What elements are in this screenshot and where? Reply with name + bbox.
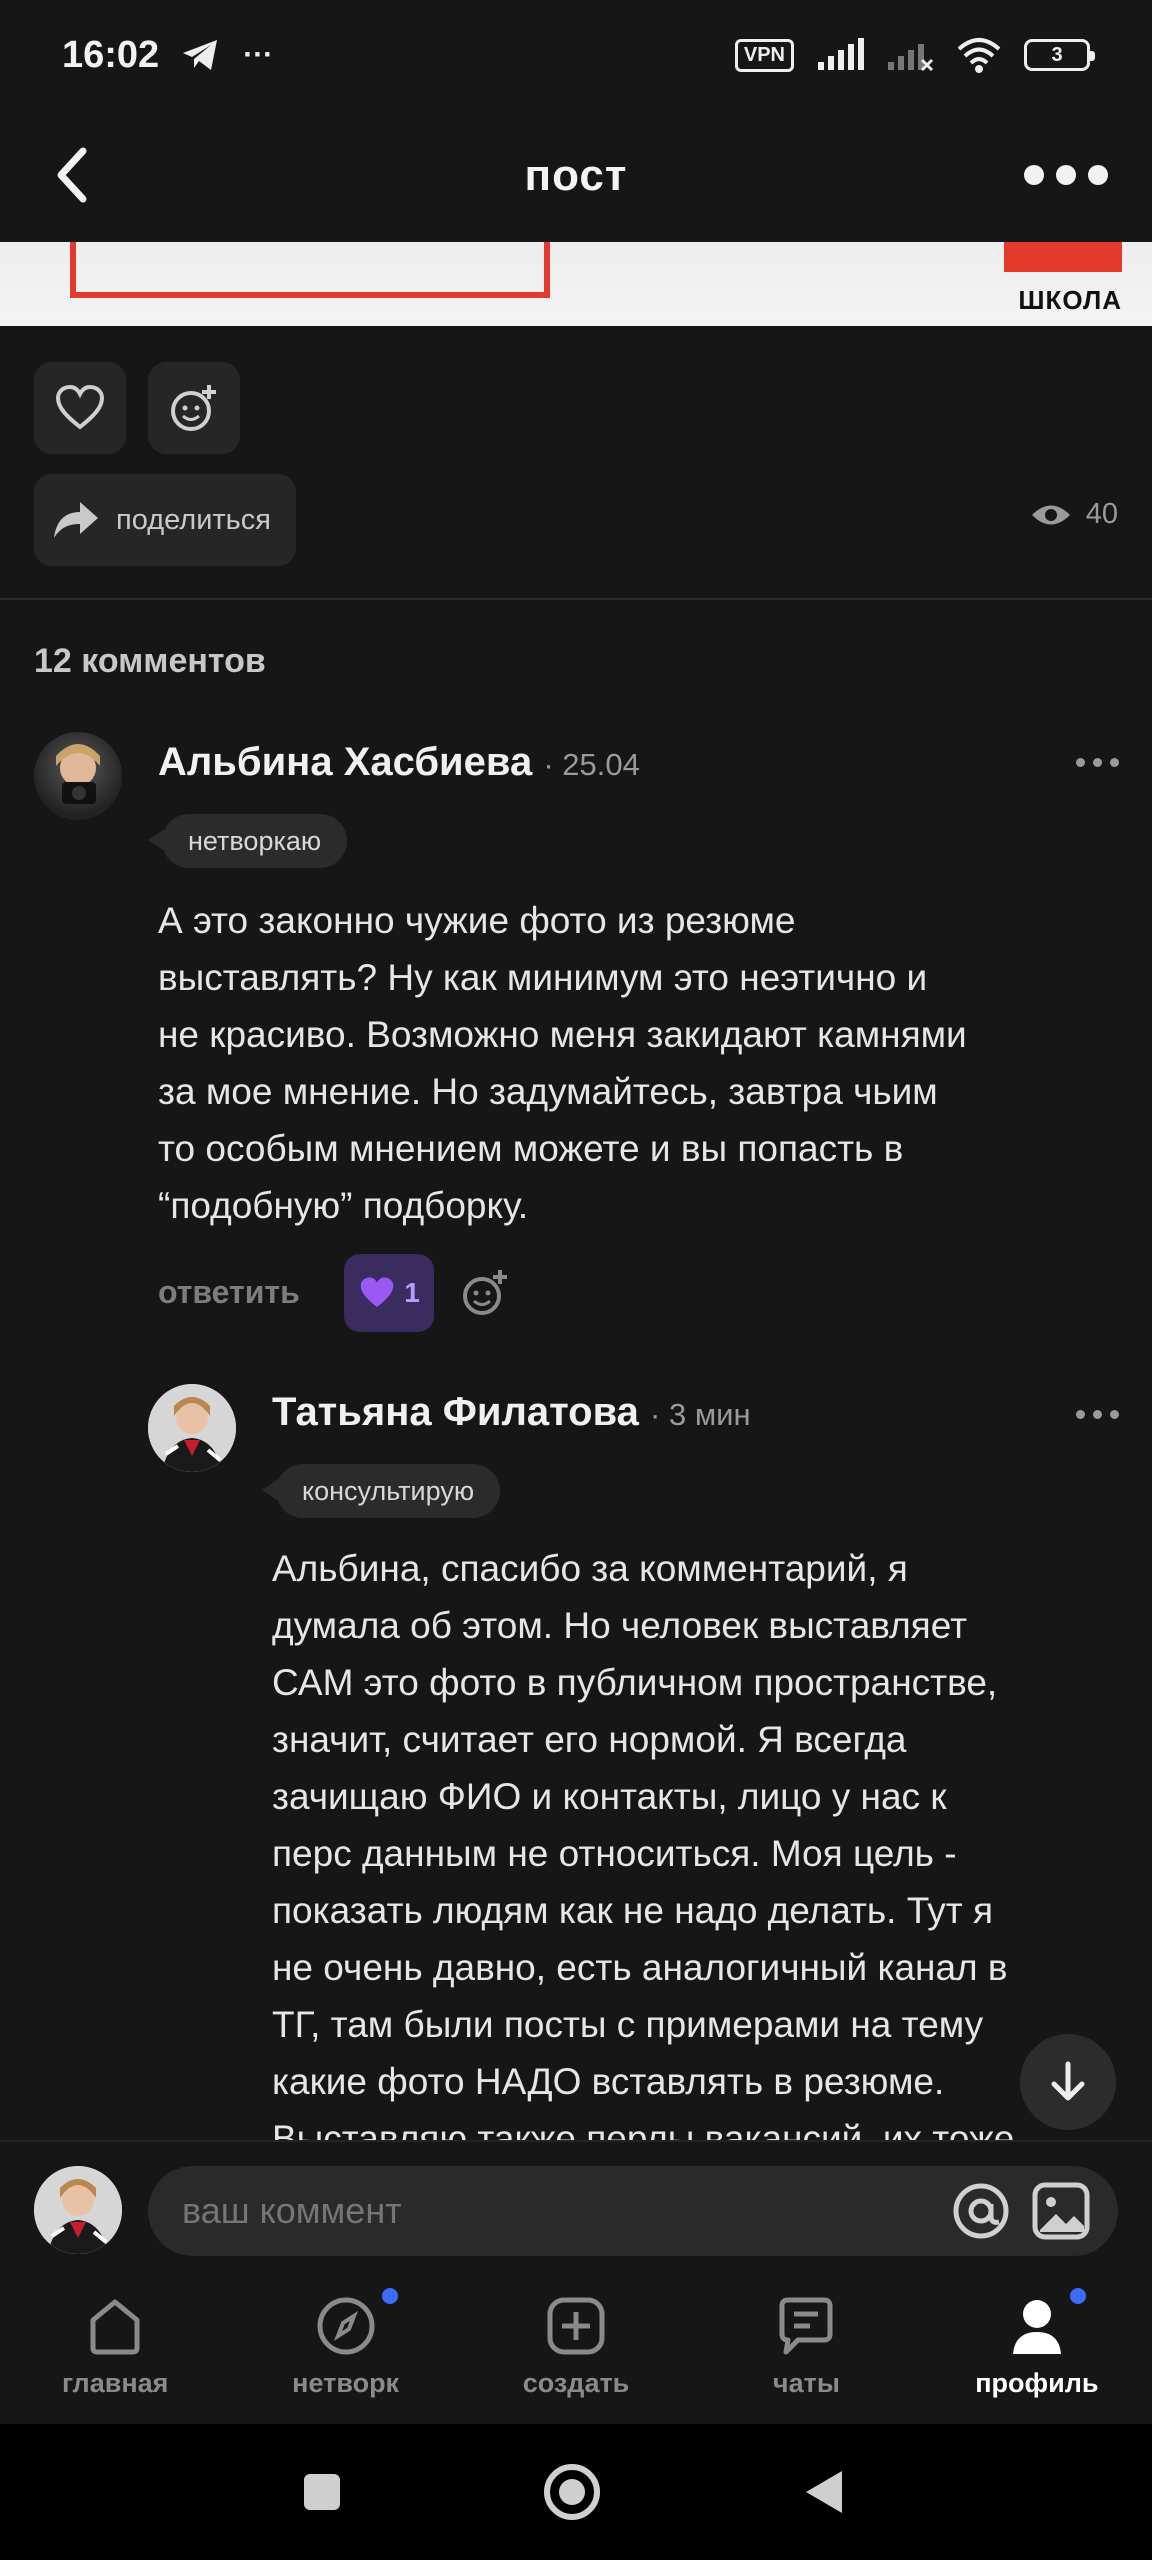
- like-reaction-pill[interactable]: 1: [344, 1254, 434, 1332]
- share-arrow-icon: [54, 502, 98, 538]
- nav-label: профиль: [975, 2368, 1099, 2398]
- comments-count: 12 комментов: [34, 642, 266, 680]
- circle-icon: [544, 2464, 600, 2520]
- comment-date: · 25.04: [543, 747, 640, 782]
- status-tag: консультирую: [261, 1464, 501, 1518]
- comment-date: · 3 мин: [650, 1397, 751, 1432]
- logo-red-block: [1004, 242, 1122, 272]
- status-more-indicator: ···: [243, 38, 274, 71]
- nav-home[interactable]: главная: [0, 2276, 230, 2424]
- eye-icon: [1031, 505, 1070, 524]
- emoji-add-icon[interactable]: [460, 1268, 510, 1318]
- add-reaction-button[interactable]: [148, 362, 240, 454]
- avatar[interactable]: [34, 732, 122, 820]
- share-button[interactable]: поделиться: [34, 474, 296, 566]
- image-red-frame: [70, 242, 550, 298]
- purple-heart-icon: [360, 1277, 394, 1308]
- dot-icon: [1056, 165, 1076, 185]
- notification-dot: [382, 2288, 399, 2304]
- chat-icon: [779, 2297, 833, 2355]
- telegram-icon: [183, 40, 218, 70]
- reply-button[interactable]: ответить: [158, 1274, 300, 1311]
- emoji-add-icon: [171, 385, 216, 431]
- image-attach-icon[interactable]: [1032, 2182, 1090, 2240]
- dot-icon: [1024, 165, 1044, 185]
- back-button[interactable]: [38, 140, 108, 210]
- plus-square-icon: [547, 2297, 605, 2355]
- signal-icon: [818, 38, 864, 70]
- share-label: поделиться: [116, 503, 271, 536]
- page-title: пост: [524, 151, 628, 200]
- dot-icon: [1110, 1410, 1119, 1419]
- avatar-photo: [56, 744, 100, 804]
- dot-icon: [1093, 1410, 1102, 1419]
- recents-button[interactable]: [290, 2460, 354, 2524]
- home-system-button[interactable]: [540, 2460, 604, 2524]
- back-system-button[interactable]: [792, 2460, 856, 2524]
- nav-network[interactable]: нетворк: [230, 2276, 460, 2424]
- wifi-icon: [957, 38, 1001, 73]
- system-navigation-bar: [0, 2424, 1152, 2560]
- avatar-photo: [34, 2166, 122, 2254]
- app-header: пост: [0, 110, 1152, 242]
- nav-profile[interactable]: профиль: [922, 2276, 1152, 2424]
- arrow-down-icon: [1051, 2061, 1085, 2101]
- comment-composer: [0, 2140, 1152, 2276]
- battery-indicator: 3: [1024, 39, 1095, 71]
- scroll-down-button[interactable]: [1020, 2034, 1116, 2130]
- comment-text-viewport: Альбина, спасибо за комментарий, я думал…: [0, 1540, 1152, 2140]
- square-icon: [304, 2474, 340, 2510]
- like-button[interactable]: [34, 362, 126, 454]
- comment-author-name: Альбина Хасбиева: [158, 740, 533, 784]
- status-tag: нетворкаю: [147, 814, 348, 868]
- avatar-photo: [148, 1384, 236, 1472]
- nav-label: главная: [61, 2368, 169, 2398]
- nav-label: создать: [522, 2368, 630, 2398]
- triangle-back-icon: [806, 2471, 842, 2513]
- nav-label: нетворк: [292, 2368, 400, 2398]
- status-bar: 16:02 ··· VPN 3: [0, 0, 1152, 110]
- dot-icon: [1088, 165, 1108, 185]
- notification-dot: [1069, 2288, 1086, 2304]
- views-counter: 40: [1030, 498, 1118, 531]
- brand-logo: ШКОЛА: [1002, 242, 1122, 326]
- comment-author[interactable]: Татьяна Филатова · 3 мин: [272, 1390, 751, 1435]
- views-count: 40: [1085, 498, 1118, 530]
- dot-icon: [1076, 1410, 1085, 1419]
- vpn-badge: VPN: [734, 38, 794, 72]
- avatar[interactable]: [148, 1384, 236, 1472]
- post-image[interactable]: ШКОЛА: [0, 242, 1152, 326]
- at-mention-icon[interactable]: [952, 2182, 1010, 2240]
- dot-icon: [1110, 758, 1119, 767]
- like-count: 1: [404, 1277, 420, 1308]
- heart-icon: [55, 385, 105, 430]
- dot-icon: [1093, 758, 1102, 767]
- logo-text: ШКОЛА: [1018, 285, 1122, 315]
- chevron-left-icon: [57, 147, 87, 203]
- profile-icon: [1012, 2300, 1061, 2354]
- comment-author[interactable]: Альбина Хасбиева · 25.04: [158, 740, 640, 785]
- comment-more-button[interactable]: [1076, 1410, 1119, 1419]
- dot-icon: [1076, 758, 1085, 767]
- comment-text: Альбина, спасибо за комментарий, я думал…: [272, 1548, 1015, 2140]
- nav-create[interactable]: создать: [461, 2276, 691, 2424]
- comment-author-name: Татьяна Филатова: [272, 1390, 639, 1434]
- compass-icon: [317, 2297, 375, 2355]
- avatar: [34, 2166, 122, 2254]
- comment-text: А это законно чужие фото из резюме выста…: [158, 900, 967, 1226]
- more-options-button[interactable]: [1024, 150, 1108, 200]
- nav-chats[interactable]: чаты: [691, 2276, 921, 2424]
- home-icon: [90, 2299, 140, 2355]
- signal-off-icon: [888, 44, 934, 72]
- comment-more-button[interactable]: [1076, 758, 1119, 767]
- bottom-navigation: главная нетворк создать чаты профиль: [0, 2276, 1152, 2424]
- nav-label: чаты: [772, 2368, 840, 2398]
- status-time: 16:02: [62, 33, 160, 76]
- section-divider: [0, 598, 1152, 600]
